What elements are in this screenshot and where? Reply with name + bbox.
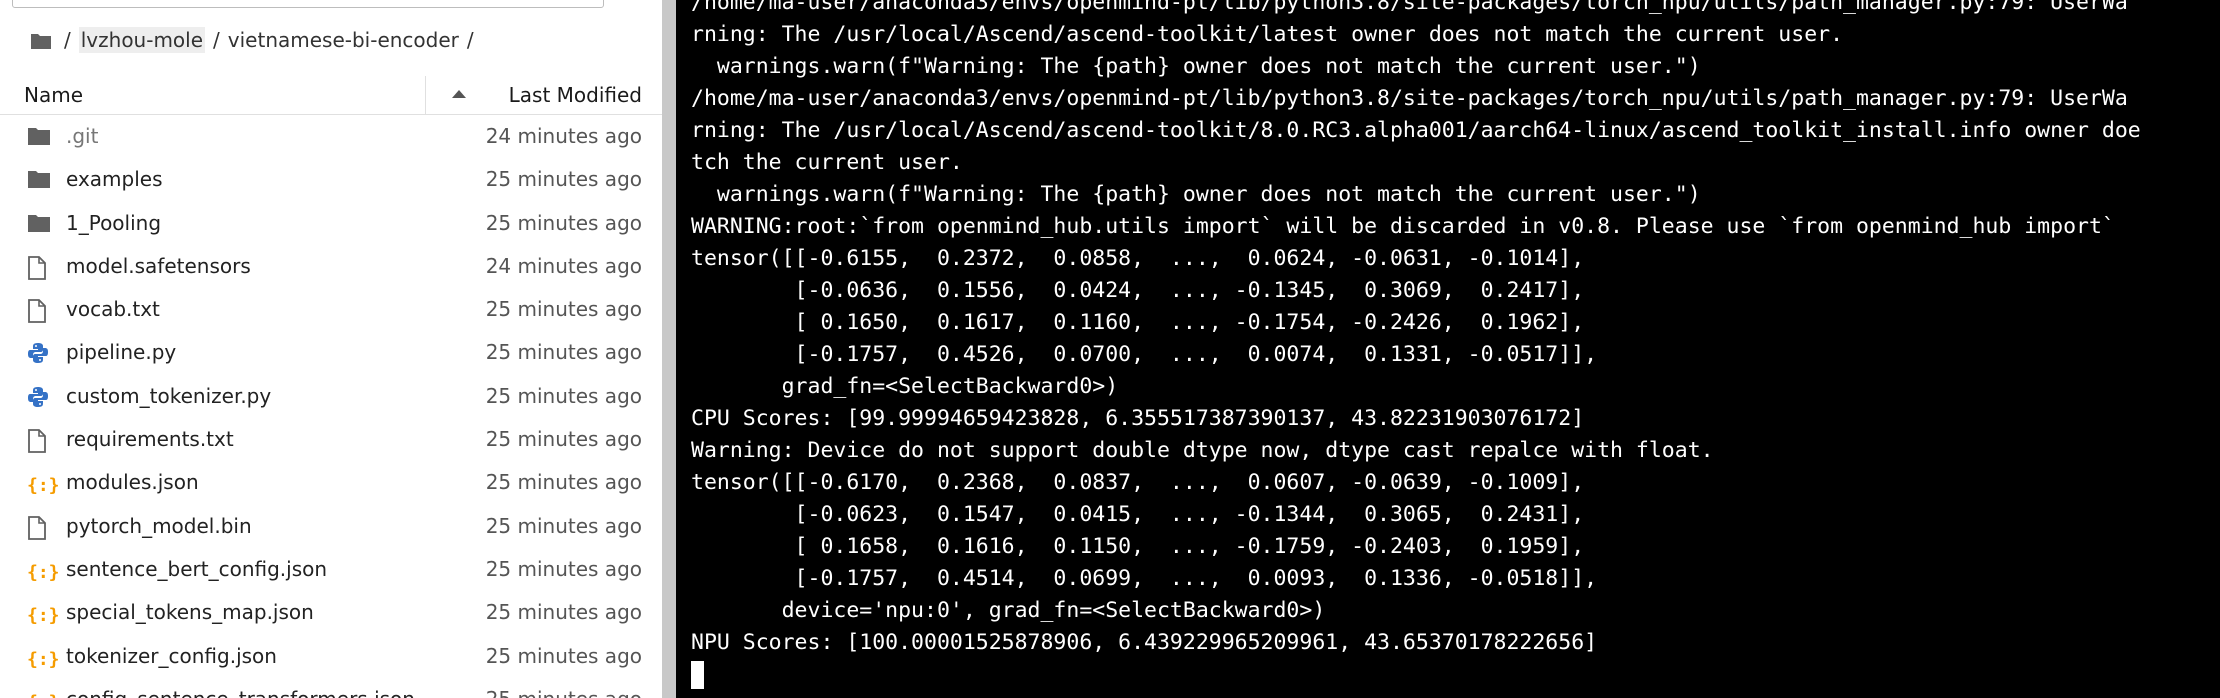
file-row[interactable]: 1_Pooling 25 minutes ago	[0, 202, 662, 245]
folder-icon	[27, 169, 51, 191]
terminal-line: WARNING:root:`from openmind_hub.utils im…	[691, 214, 2115, 239]
file-name: config_sentence_transformers.json	[66, 678, 415, 698]
file-name: 1_Pooling	[66, 210, 162, 235]
terminal-line: [-0.1757, 0.4526, 0.0700, ..., 0.0074, 0…	[691, 342, 1598, 367]
file-row[interactable]: {:} config_sentence_transformers.json 25 m…	[0, 678, 662, 698]
file-icon	[27, 299, 51, 324]
terminal-line: warnings.warn(f"Warning: The {path} owne…	[691, 182, 1701, 207]
terminal-line: rning: The /usr/local/Ascend/ascend-tool…	[691, 22, 1844, 47]
home-folder-icon[interactable]	[30, 31, 52, 49]
file-row[interactable]: {:} sentence_bert_config.json 25 minutes a…	[0, 548, 662, 591]
terminal-line: Warning: Device do not support double dt…	[691, 438, 1714, 463]
file-row[interactable]: vocab.txt 25 minutes ago	[0, 288, 662, 331]
file-last-modified: 25 minutes ago	[485, 427, 642, 452]
folder-icon	[27, 213, 51, 235]
python-icon	[27, 386, 51, 408]
column-header-last-modified[interactable]: Last Modified	[509, 76, 642, 114]
file-last-modified: 25 minutes ago	[485, 383, 642, 408]
terminal-line: grad_fn=<SelectBackward0>)	[691, 374, 1119, 399]
file-last-modified: 25 minutes ago	[485, 600, 642, 625]
terminal-line: [ 0.1658, 0.1616, 0.1150, ..., -0.1759, …	[691, 534, 1585, 559]
file-name: model.safetensors	[66, 253, 251, 278]
file-last-modified: 25 minutes ago	[485, 556, 642, 581]
breadcrumb-item-vietnamese-bi-encoder[interactable]: vietnamese-bi-encoder	[228, 28, 459, 52]
terminal-panel[interactable]: /home/ma-user/anaconda3/envs/openmind-pt…	[676, 0, 2220, 698]
file-name: pipeline.py	[66, 340, 177, 365]
terminal-line: warnings.warn(f"Warning: The {path} owne…	[691, 54, 1701, 79]
file-list-header: Name Last Modified	[0, 76, 662, 115]
file-name: examples	[66, 167, 163, 192]
folder-icon	[27, 126, 51, 148]
json-icon: {:}	[27, 475, 60, 497]
terminal-line: NPU Scores: [100.00001525878906, 6.43922…	[691, 630, 1598, 655]
file-last-modified: 25 minutes ago	[485, 513, 642, 538]
terminal-cursor	[691, 661, 704, 689]
file-name: vocab.txt	[66, 297, 160, 322]
file-last-modified: 25 minutes ago	[485, 167, 642, 192]
filter-input[interactable]	[12, 0, 604, 8]
file-row[interactable]: custom_tokenizer.py 25 minutes ago	[0, 375, 662, 418]
file-last-modified: 25 minutes ago	[485, 470, 642, 495]
file-row[interactable]: {:} modules.json 25 minutes ago	[0, 461, 662, 504]
file-last-modified: 25 minutes ago	[486, 678, 642, 698]
json-icon: {:}	[27, 648, 60, 670]
terminal-line: [-0.0636, 0.1556, 0.0424, ..., -0.1345, …	[691, 278, 1585, 303]
file-name: sentence_bert_config.json	[66, 556, 328, 581]
column-header-name[interactable]: Name	[24, 76, 83, 114]
file-row[interactable]: pytorch_model.bin 25 minutes ago	[0, 505, 662, 548]
terminal-line: rning: The /usr/local/Ascend/ascend-tool…	[691, 118, 2141, 143]
file-row[interactable]: {:} tokenizer_config.json 25 minutes ago	[0, 635, 662, 678]
terminal-line: device='npu:0', grad_fn=<SelectBackward0…	[691, 598, 1326, 623]
file-name: pytorch_model.bin	[66, 513, 252, 538]
json-icon: {:}	[27, 689, 60, 698]
breadcrumb-separator: /	[466, 28, 474, 52]
json-icon: {:}	[27, 605, 60, 627]
terminal-line: tch the current user.	[691, 150, 963, 175]
terminal-line: tensor([[-0.6155, 0.2372, 0.0858, ..., 0…	[691, 246, 1585, 271]
file-row[interactable]: {:} special_tokens_map.json 25 minutes ago	[0, 591, 662, 634]
terminal-line: [-0.1757, 0.4514, 0.0699, ..., 0.0093, 0…	[691, 566, 1598, 591]
breadcrumb: / lvzhou-mole / vietnamese-bi-encoder /	[30, 22, 482, 58]
breadcrumb-separator: /	[64, 28, 71, 52]
file-name: tokenizer_config.json	[66, 643, 277, 668]
file-last-modified: 25 minutes ago	[485, 643, 642, 668]
panel-splitter[interactable]	[662, 0, 676, 698]
file-last-modified: 25 minutes ago	[485, 297, 642, 322]
breadcrumb-separator: /	[213, 28, 220, 52]
file-name: custom_tokenizer.py	[66, 383, 272, 408]
terminal-line: CPU Scores: [99.99994659423828, 6.355517…	[691, 406, 1585, 431]
file-name: modules.json	[66, 470, 199, 495]
breadcrumb-item-lvzhou-mole[interactable]: lvzhou-mole	[78, 27, 206, 53]
json-icon: {:}	[27, 561, 60, 583]
file-icon	[27, 429, 51, 453]
file-list: .git 24 minutes ago examples 25 minutes ago…	[0, 115, 662, 698]
file-icon	[27, 255, 51, 280]
file-row[interactable]: pipeline.py 25 minutes ago	[0, 331, 662, 374]
file-row[interactable]: .git 24 minutes ago	[0, 115, 662, 158]
file-icon	[27, 515, 51, 540]
file-name: .git	[66, 124, 99, 148]
terminal-output: /home/ma-user/anaconda3/envs/openmind-pt…	[691, 0, 2141, 691]
file-name: requirements.txt	[66, 427, 234, 452]
sort-ascending-icon[interactable]	[452, 90, 466, 98]
file-last-modified: 24 minutes ago	[485, 124, 642, 148]
file-row[interactable]: examples 25 minutes ago	[0, 158, 662, 201]
terminal-prompt-line[interactable]	[691, 659, 2141, 691]
terminal-line: [ 0.1650, 0.1617, 0.1160, ..., -0.1754, …	[691, 310, 1585, 335]
file-row[interactable]: requirements.txt 25 minutes ago	[0, 418, 662, 461]
column-resize-handle[interactable]	[425, 76, 426, 114]
file-browser-panel: / lvzhou-mole / vietnamese-bi-encoder / …	[0, 0, 662, 698]
file-row[interactable]: model.safetensors 24 minutes ago	[0, 245, 662, 288]
file-name: special_tokens_map.json	[66, 600, 314, 625]
file-last-modified: 24 minutes ago	[485, 253, 642, 278]
terminal-line: /home/ma-user/anaconda3/envs/openmind-pt…	[691, 86, 2128, 111]
terminal-line: [-0.0623, 0.1547, 0.0415, ..., -0.1344, …	[691, 502, 1585, 527]
file-last-modified: 25 minutes ago	[485, 340, 642, 365]
terminal-line: /home/ma-user/anaconda3/envs/openmind-pt…	[691, 0, 2128, 15]
python-icon	[27, 342, 51, 364]
file-last-modified: 25 minutes ago	[485, 210, 642, 235]
terminal-line: tensor([[-0.6170, 0.2368, 0.0837, ..., 0…	[691, 470, 1585, 495]
